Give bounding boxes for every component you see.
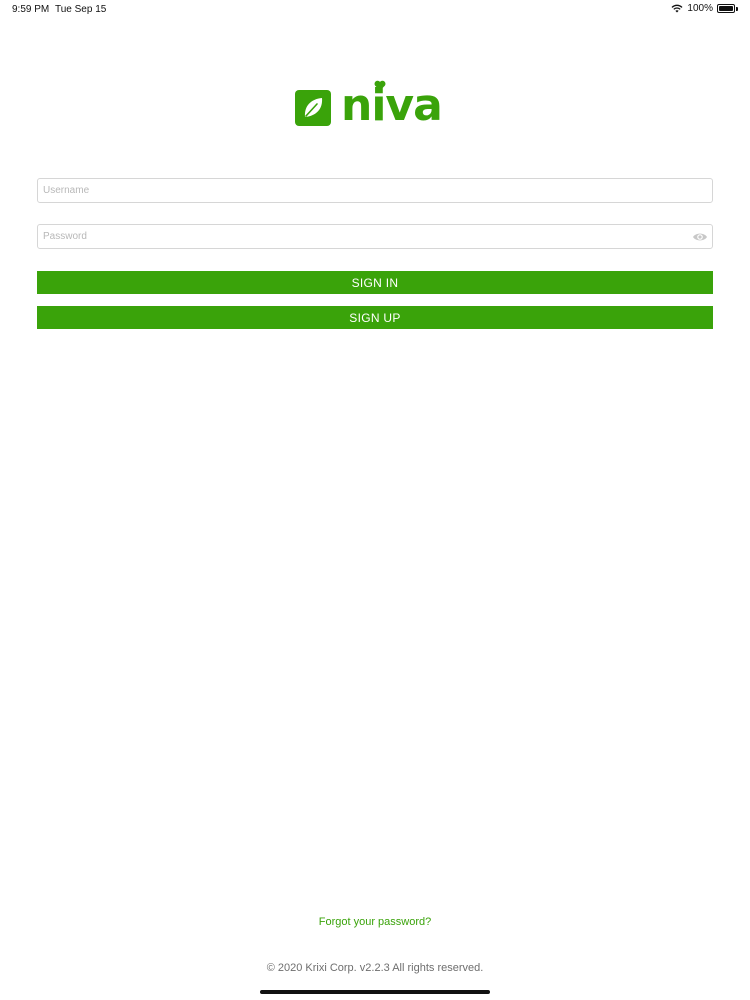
status-date: Tue Sep 15 [55,4,107,15]
status-bar: 9:59 PM Tue Sep 15 100% [0,0,750,18]
status-time: 9:59 PM [12,4,50,15]
forgot-password-link[interactable]: Forgot your password? [0,916,750,928]
logo-wordmark-text: niva [341,80,443,131]
password-field [37,224,713,249]
wifi-icon [671,4,683,13]
home-indicator[interactable] [260,990,490,994]
heart-icon [374,80,386,91]
sign-in-button[interactable]: SIGN IN [37,271,713,294]
battery-percent: 100% [687,3,713,14]
app-logo: niva [295,78,443,128]
password-input[interactable] [38,225,712,248]
logo-wordmark: niva [341,80,443,128]
sign-up-label: SIGN UP [349,310,401,325]
copyright-text: © 2020 Krixi Corp. v2.2.3 All rights res… [266,962,484,974]
sign-up-button[interactable]: SIGN UP [37,306,713,329]
battery-cap [736,6,738,11]
username-input[interactable] [38,179,712,202]
login-screen: 9:59 PM Tue Sep 15 100% niva Username SI… [0,0,750,1000]
sign-in-label: SIGN IN [351,275,399,290]
battery-icon [717,4,735,13]
status-indicators: 100% [671,3,738,14]
eye-icon[interactable] [692,230,708,244]
username-field [37,178,713,203]
leaf-icon [295,90,331,126]
